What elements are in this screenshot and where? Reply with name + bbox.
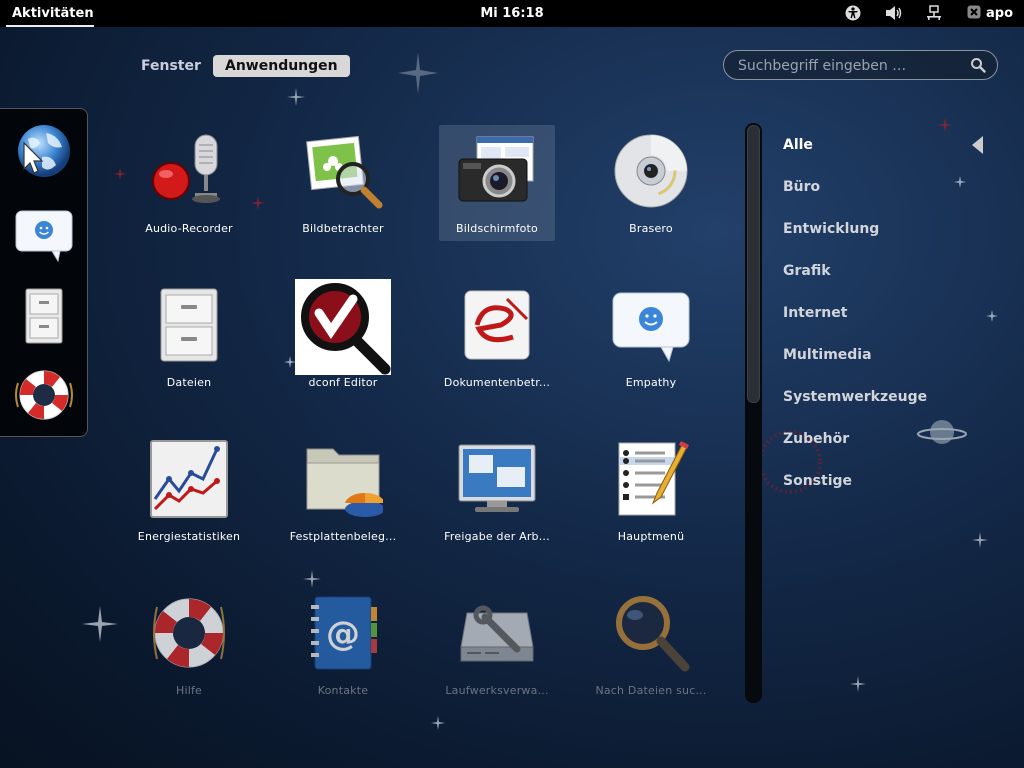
dash-files-icon[interactable] bbox=[12, 285, 76, 349]
app-label: Freigabe der Arb... bbox=[444, 530, 550, 543]
app-main-menu[interactable]: Hauptmenü bbox=[593, 433, 709, 549]
category-all[interactable]: Alle bbox=[783, 137, 813, 153]
app-label: Hauptmenü bbox=[617, 530, 685, 543]
category-other[interactable]: Sonstige bbox=[783, 473, 852, 489]
disk-usage-icon bbox=[303, 439, 385, 519]
app-brasero[interactable]: Brasero bbox=[593, 125, 709, 241]
svg-text:@: @ bbox=[326, 614, 360, 654]
app-label: Festplattenbeleg... bbox=[289, 530, 397, 543]
activities-underline bbox=[6, 25, 94, 27]
category-system-tools[interactable]: Systemwerkzeuge bbox=[783, 389, 927, 405]
category-accessories[interactable]: Zubehör bbox=[783, 431, 849, 447]
dash-help-icon[interactable] bbox=[12, 363, 76, 427]
app-label: Kontakte bbox=[317, 684, 369, 697]
image-viewer-icon bbox=[303, 131, 383, 211]
tab-windows[interactable]: Fenster bbox=[141, 55, 201, 77]
dconf-editor-icon bbox=[295, 279, 391, 375]
app-label: dconf Editor bbox=[308, 376, 378, 389]
user-menu[interactable]: apo bbox=[986, 6, 1013, 21]
app-empathy[interactable]: Empathy bbox=[593, 279, 709, 395]
app-disk-usage[interactable]: Festplattenbeleg... bbox=[285, 433, 401, 549]
search-files-icon bbox=[611, 593, 691, 673]
dash-web-browser-icon[interactable] bbox=[12, 121, 76, 185]
power-statistics-icon bbox=[149, 439, 229, 519]
app-grid-scrollbar[interactable] bbox=[745, 123, 762, 703]
app-label: Empathy bbox=[625, 376, 677, 389]
app-label: Energiestatistiken bbox=[137, 530, 241, 543]
app-label: Bildschirmfoto bbox=[456, 222, 538, 235]
disk-utility-icon bbox=[457, 593, 537, 673]
empathy-icon bbox=[611, 285, 691, 365]
search-box[interactable] bbox=[723, 50, 998, 80]
app-document-viewer[interactable]: Dokumentenbetr... bbox=[439, 279, 555, 395]
app-label: Brasero bbox=[629, 222, 673, 235]
files-icon bbox=[149, 285, 229, 365]
scrollbar-thumb[interactable] bbox=[747, 125, 760, 403]
app-search-files[interactable]: Nach Dateien suc... bbox=[593, 587, 709, 703]
desktop-sharing-icon bbox=[457, 439, 537, 519]
accessibility-icon[interactable] bbox=[845, 5, 861, 25]
app-power-statistics[interactable]: Energiestatistiken bbox=[131, 433, 247, 549]
app-label: Laufwerksverwa... bbox=[445, 684, 549, 697]
top-bar: Aktivitäten Mi 16:18 apo bbox=[0, 0, 1024, 27]
contacts-icon: @ bbox=[303, 593, 383, 673]
app-dconf-editor[interactable]: dconf Editor bbox=[285, 279, 401, 395]
app-disk-utility[interactable]: Laufwerksverwa... bbox=[439, 587, 555, 703]
search-input[interactable] bbox=[736, 56, 960, 76]
search-icon bbox=[971, 58, 986, 73]
network-icon[interactable] bbox=[926, 5, 942, 25]
app-label: Dateien bbox=[166, 376, 212, 389]
app-desktop-sharing[interactable]: Freigabe der Arb... bbox=[439, 433, 555, 549]
tab-applications[interactable]: Anwendungen bbox=[213, 55, 350, 77]
active-category-arrow bbox=[972, 136, 983, 154]
category-graphics[interactable]: Grafik bbox=[783, 263, 831, 279]
app-contacts[interactable]: @ Kontakte bbox=[285, 587, 401, 703]
app-screenshot[interactable]: Bildschirmfoto bbox=[439, 125, 555, 241]
main-menu-icon bbox=[611, 439, 691, 519]
category-office[interactable]: Büro bbox=[783, 179, 820, 195]
app-image-viewer[interactable]: Bildbetrachter bbox=[285, 125, 401, 241]
app-label: Bildbetrachter bbox=[302, 222, 384, 235]
category-development[interactable]: Entwicklung bbox=[783, 221, 879, 237]
screenshot-icon bbox=[457, 131, 537, 211]
planet-decoration bbox=[917, 420, 967, 444]
category-multimedia[interactable]: Multimedia bbox=[783, 347, 872, 363]
category-internet[interactable]: Internet bbox=[783, 305, 847, 321]
brasero-icon bbox=[611, 131, 691, 211]
help-icon bbox=[149, 593, 229, 673]
app-label: Hilfe bbox=[175, 684, 203, 697]
dash bbox=[0, 108, 88, 437]
clock[interactable]: Mi 16:18 bbox=[0, 6, 1024, 21]
app-label: Dokumentenbetr... bbox=[443, 376, 551, 389]
audio-recorder-icon bbox=[149, 131, 229, 211]
app-audio-recorder[interactable]: Audio-Recorder bbox=[131, 125, 247, 241]
volume-icon[interactable] bbox=[885, 5, 903, 25]
app-files[interactable]: Dateien bbox=[131, 279, 247, 395]
dash-empathy-icon[interactable] bbox=[12, 203, 76, 267]
app-label: Nach Dateien suc... bbox=[595, 684, 707, 697]
app-label: Audio-Recorder bbox=[145, 222, 233, 235]
document-viewer-icon bbox=[457, 285, 537, 365]
user-status-icon[interactable] bbox=[967, 5, 981, 23]
app-help[interactable]: Hilfe bbox=[131, 587, 247, 703]
